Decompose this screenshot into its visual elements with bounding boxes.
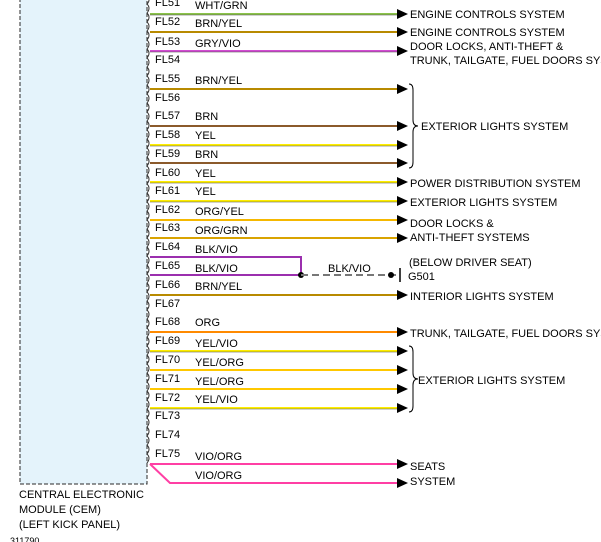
module-label-line-1: CENTRAL ELECTRONIC xyxy=(19,489,144,501)
arrow-icon xyxy=(397,196,408,206)
pin-label: FL65 xyxy=(155,260,180,272)
ground-dot xyxy=(388,272,394,278)
arrow-icon xyxy=(397,403,408,413)
arrow-icon xyxy=(397,177,408,187)
brace-exterior-lights-2 xyxy=(408,345,419,413)
wire-label: YEL xyxy=(195,168,216,180)
destination-label: SEATS xyxy=(410,461,445,473)
wire-label: YEL/ORG xyxy=(195,357,244,369)
arrow-icon xyxy=(397,9,408,19)
brace-exterior-lights-1 xyxy=(408,83,419,169)
pin-label: FL57 xyxy=(155,110,180,122)
pin-label: FL74 xyxy=(155,429,180,441)
pin-labels: FL51 FL52 FL53 FL54 FL55 FL56 FL57 FL58 … xyxy=(155,0,180,460)
pin-label: FL62 xyxy=(155,204,180,216)
arrow-icon xyxy=(397,459,408,469)
arrow-icon xyxy=(397,290,408,300)
destination-label: INTERIOR LIGHTS SYSTEM xyxy=(410,291,554,303)
wire-labels: WHT/GRN BRN/YEL GRY/VIO BRN/YEL BRN YEL … xyxy=(195,0,248,482)
destination-label: DOOR LOCKS & xyxy=(410,218,494,230)
pin-label: FL61 xyxy=(155,185,180,197)
pin-label: FL67 xyxy=(155,298,180,310)
arrowheads xyxy=(397,9,408,488)
ground-location: (BELOW DRIVER SEAT) xyxy=(409,257,532,269)
pin-label: FL70 xyxy=(155,354,180,366)
destination-label: TRUNK, TAILGATE, FUEL DOORS SYSTEM xyxy=(410,328,601,340)
arrow-icon xyxy=(397,384,408,394)
wire-label: BRN/YEL xyxy=(195,75,242,87)
pin-label: FL54 xyxy=(155,54,180,66)
wire-label: BRN xyxy=(195,149,218,161)
arrow-icon xyxy=(397,84,408,94)
wiring-diagram: CENTRAL ELECTRONIC MODULE (CEM) (LEFT KI… xyxy=(10,0,601,542)
destination-label: POWER DISTRIBUTION SYSTEM xyxy=(410,178,581,190)
pin-label: FL73 xyxy=(155,410,180,422)
wire-label: WHT/GRN xyxy=(195,0,248,12)
wire-label: BRN/YEL xyxy=(195,281,242,293)
wire-label: BRN/YEL xyxy=(195,18,242,30)
pin-label: FL60 xyxy=(155,167,180,179)
destination-label: EXTERIOR LIGHTS SYSTEM xyxy=(421,121,568,133)
arrow-icon xyxy=(397,46,408,56)
arrow-icon xyxy=(397,327,408,337)
destination-label: ENGINE CONTROLS SYSTEM xyxy=(410,27,565,39)
pin-label: FL59 xyxy=(155,148,180,160)
wire-label: GRY/VIO xyxy=(195,38,241,50)
wire-label: ORG/GRN xyxy=(195,225,248,237)
pin-label: FL63 xyxy=(155,222,180,234)
destinations: ENGINE CONTROLS SYSTEM ENGINE CONTROLS S… xyxy=(410,9,601,488)
pin-label: FL55 xyxy=(155,73,180,85)
destination-label: SYSTEM xyxy=(410,476,455,488)
pin-label: FL68 xyxy=(155,316,180,328)
wire-label: YEL xyxy=(195,130,216,142)
arrow-icon xyxy=(397,233,408,243)
ground-name: G501 xyxy=(408,271,435,283)
destination-label: EXTERIOR LIGHTS SYSTEM xyxy=(418,375,565,387)
module-label-line-2: MODULE (CEM) xyxy=(19,504,101,516)
pin-label: FL75 xyxy=(155,448,180,460)
arrow-icon xyxy=(397,158,408,168)
wire-label: YEL/ORG xyxy=(195,376,244,388)
destination-label: ANTI-THEFT SYSTEMS xyxy=(410,232,530,244)
pin-label: FL72 xyxy=(155,392,180,404)
wire-label: BRN xyxy=(195,111,218,123)
pin-label: FL66 xyxy=(155,279,180,291)
wire-label: YEL/VIO xyxy=(195,338,238,350)
pin-label: FL53 xyxy=(155,36,180,48)
wire-label: ORG/YEL xyxy=(195,206,244,218)
ground-wire-label: BLK/VIO xyxy=(328,263,371,275)
destination-label: TRUNK, TAILGATE, FUEL DOORS SYSTEM xyxy=(410,55,601,67)
pin-label: FL58 xyxy=(155,129,180,141)
wire-label: BLK/VIO xyxy=(195,244,238,256)
wire-label: VIO/ORG xyxy=(195,470,242,482)
wire-label: BLK/VIO xyxy=(195,263,238,275)
group-braces xyxy=(408,83,419,413)
pin-label: FL56 xyxy=(155,92,180,104)
destination-label: ENGINE CONTROLS SYSTEM xyxy=(410,9,565,21)
wire-label: YEL/VIO xyxy=(195,394,238,406)
module-label-line-3: (LEFT KICK PANEL) xyxy=(19,519,120,531)
destination-label: EXTERIOR LIGHTS SYSTEM xyxy=(410,197,557,209)
wire-label: YEL xyxy=(195,186,216,198)
pin-label: FL69 xyxy=(155,335,180,347)
arrow-icon xyxy=(397,140,408,150)
pin-label: FL51 xyxy=(155,0,180,9)
wire-label: ORG xyxy=(195,317,220,329)
pin-label: FL71 xyxy=(155,373,180,385)
arrow-icon xyxy=(397,365,408,375)
arrow-icon xyxy=(397,215,408,225)
wire-edges xyxy=(150,14,400,410)
wire-fl75-branch xyxy=(149,463,400,484)
arrow-icon xyxy=(397,121,408,131)
wire-label: VIO/ORG xyxy=(195,451,242,463)
pin-label: FL64 xyxy=(155,241,180,253)
arrow-icon xyxy=(397,478,408,488)
pin-label: FL52 xyxy=(155,16,180,28)
arrow-icon xyxy=(397,27,408,37)
wires xyxy=(149,13,400,484)
figure-id: 311790 xyxy=(10,536,39,542)
arrow-icon xyxy=(397,346,408,356)
module-body xyxy=(19,0,148,485)
destination-label: DOOR LOCKS, ANTI-THEFT & xyxy=(410,41,564,53)
